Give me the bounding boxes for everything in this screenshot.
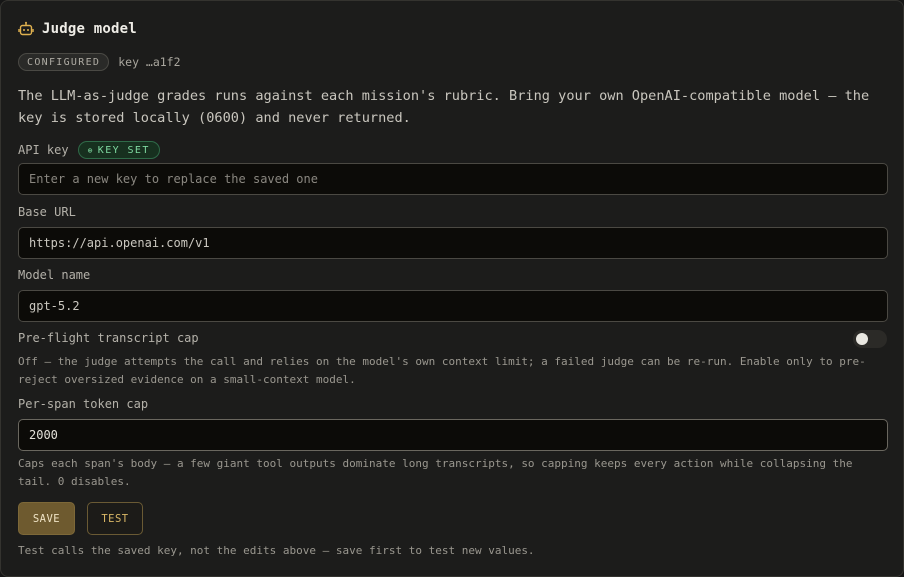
save-button[interactable]: SAVE	[18, 502, 75, 535]
key-set-icon: ⊕	[87, 145, 94, 155]
preflight-toggle[interactable]	[853, 330, 887, 348]
key-set-badge: ⊕ KEY SET	[77, 141, 160, 159]
base-url-input[interactable]: https://api.openai.com/v1	[18, 227, 888, 259]
api-key-input[interactable]: Enter a new key to replace the saved one	[18, 163, 888, 195]
key-hint: key …a1f2	[118, 55, 181, 69]
test-button[interactable]: TEST	[87, 502, 143, 535]
api-key-label-row: API key ⊕ KEY SET	[18, 141, 160, 159]
judge-model-panel: Judge model CONFIGURED key …a1f2 The LLM…	[0, 0, 904, 577]
preflight-label: Pre-flight transcript cap	[18, 331, 199, 345]
configured-badge: CONFIGURED	[18, 53, 110, 71]
preflight-help: Off — the judge attempts the call and re…	[18, 355, 866, 386]
page-title: Judge model	[42, 21, 137, 37]
base-url-label: Base URL	[18, 205, 76, 219]
token-cap-help: Caps each span's body — a few giant tool…	[18, 457, 853, 488]
footer-note: Test calls the saved key, not the edits …	[18, 544, 535, 557]
config-status: CONFIGURED key …a1f2	[18, 53, 181, 71]
token-cap-label: Per-span token cap	[18, 397, 149, 411]
model-name-label: Model name	[18, 268, 91, 282]
api-key-label: API key	[18, 143, 69, 157]
model-name-input[interactable]: gpt-5.2	[18, 290, 888, 322]
toggle-knob	[856, 333, 868, 345]
key-set-label: KEY SET	[97, 144, 150, 156]
panel-description: The LLM-as-judge grades runs against eac…	[18, 88, 870, 126]
panel-header: Judge model	[18, 19, 137, 39]
token-cap-input[interactable]: 2000	[18, 419, 888, 451]
robot-icon	[18, 21, 34, 37]
